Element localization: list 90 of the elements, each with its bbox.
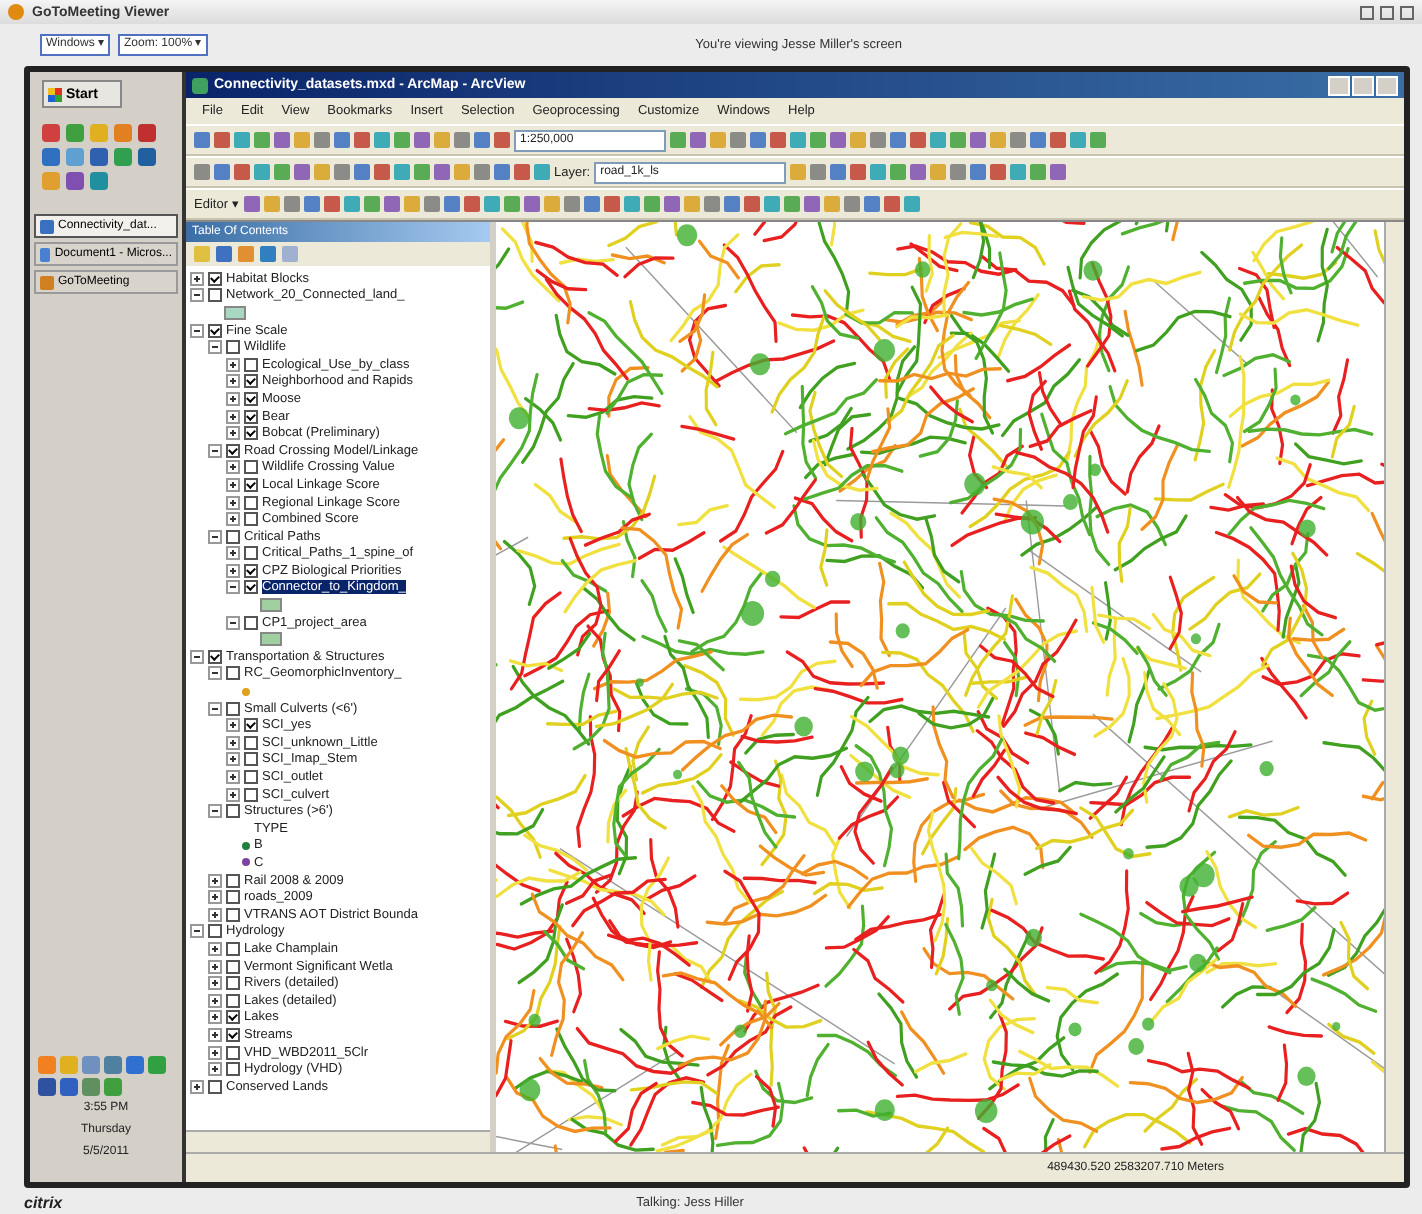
expand-toggle[interactable] — [226, 391, 240, 406]
app-logo-icon — [8, 4, 24, 20]
expand-toggle[interactable] — [208, 1045, 222, 1060]
expand-toggle[interactable] — [208, 890, 222, 905]
expand-toggle[interactable] — [208, 1010, 222, 1025]
layer-checkbox[interactable] — [226, 340, 240, 355]
expand-toggle[interactable] — [208, 941, 222, 956]
layer-checkbox[interactable] — [226, 1062, 240, 1077]
layer-checkbox[interactable] — [244, 752, 258, 767]
layer-checkbox[interactable] — [244, 495, 258, 510]
expand-toggle[interactable] — [190, 271, 204, 286]
expand-toggle[interactable] — [190, 649, 204, 664]
expand-toggle[interactable] — [208, 340, 222, 355]
expand-toggle[interactable] — [208, 907, 222, 922]
layer-checkbox[interactable] — [226, 890, 240, 905]
window-controls-icon[interactable] — [1360, 5, 1414, 19]
layer-checkbox[interactable] — [244, 563, 258, 578]
expand-toggle[interactable] — [226, 580, 240, 595]
layer-checkbox[interactable] — [208, 649, 222, 664]
expand-toggle[interactable] — [226, 409, 240, 424]
layer-checkbox[interactable] — [244, 477, 258, 492]
layer-checkbox[interactable] — [226, 941, 240, 956]
layer-checkbox[interactable] — [226, 701, 240, 716]
expand-toggle[interactable] — [226, 615, 240, 630]
expand-toggle[interactable] — [226, 512, 240, 527]
layer-checkbox[interactable] — [244, 426, 258, 441]
window-controls-icon[interactable] — [1328, 75, 1398, 95]
layer-checkbox[interactable] — [244, 735, 258, 750]
layer-checkbox[interactable] — [226, 976, 240, 991]
layer-checkbox[interactable] — [244, 409, 258, 424]
windows-logo-icon — [48, 87, 62, 101]
arcmap-app-icon — [192, 77, 208, 93]
layer-checkbox[interactable] — [226, 1045, 240, 1060]
layer-checkbox[interactable] — [226, 529, 240, 544]
expand-toggle[interactable] — [208, 976, 222, 991]
expand-toggle[interactable] — [226, 357, 240, 372]
layer-checkbox[interactable] — [226, 666, 240, 681]
expand-toggle[interactable] — [226, 374, 240, 389]
citrix-logo: citrix — [24, 1193, 63, 1211]
expand-toggle[interactable] — [226, 477, 240, 492]
layer-checkbox[interactable] — [244, 512, 258, 527]
vertical-scrollbar[interactable] — [1384, 222, 1404, 1152]
layer-checkbox[interactable] — [226, 993, 240, 1008]
expand-toggle[interactable] — [208, 443, 222, 458]
layer-checkbox[interactable] — [244, 787, 258, 802]
expand-toggle[interactable] — [190, 1079, 204, 1094]
expand-toggle[interactable] — [208, 529, 222, 544]
layer-checkbox[interactable] — [244, 357, 258, 372]
horizontal-scrollbar[interactable] — [186, 1130, 490, 1152]
layer-checkbox[interactable] — [208, 1079, 222, 1094]
layer-checkbox[interactable] — [226, 443, 240, 458]
layer-checkbox[interactable] — [244, 546, 258, 561]
layer-checkbox[interactable] — [226, 804, 240, 819]
expand-toggle[interactable] — [226, 460, 240, 475]
expand-toggle[interactable] — [226, 770, 240, 785]
expand-toggle[interactable] — [190, 924, 204, 939]
layer-checkbox[interactable] — [208, 271, 222, 286]
expand-toggle[interactable] — [208, 1027, 222, 1042]
layer-checkbox[interactable] — [226, 873, 240, 888]
layer-checkbox[interactable] — [244, 615, 258, 630]
expand-toggle[interactable] — [208, 804, 222, 819]
layer-checkbox[interactable] — [244, 718, 258, 733]
layer-checkbox[interactable] — [244, 770, 258, 785]
layer-checkbox[interactable] — [226, 907, 240, 922]
expand-toggle[interactable] — [208, 701, 222, 716]
expand-toggle[interactable] — [226, 735, 240, 750]
expand-toggle[interactable] — [226, 426, 240, 441]
layer-checkbox[interactable] — [244, 374, 258, 389]
layer-checkbox[interactable] — [244, 460, 258, 475]
expand-toggle[interactable] — [226, 787, 240, 802]
layer-checkbox[interactable] — [244, 580, 258, 595]
layer-checkbox[interactable] — [244, 391, 258, 406]
layer-checkbox[interactable] — [226, 1010, 240, 1025]
expand-toggle[interactable] — [190, 323, 204, 338]
layer-checkbox[interactable] — [226, 1027, 240, 1042]
layer-checkbox[interactable] — [208, 323, 222, 338]
expand-toggle[interactable] — [208, 873, 222, 888]
expand-toggle[interactable] — [226, 752, 240, 767]
expand-toggle[interactable] — [226, 718, 240, 733]
layer-checkbox[interactable] — [226, 959, 240, 974]
layer-checkbox[interactable] — [208, 288, 222, 303]
expand-toggle[interactable] — [208, 1062, 222, 1077]
expand-toggle[interactable] — [226, 495, 240, 510]
expand-toggle[interactable] — [208, 993, 222, 1008]
expand-toggle[interactable] — [208, 959, 222, 974]
expand-toggle[interactable] — [226, 546, 240, 561]
expand-toggle[interactable] — [226, 563, 240, 578]
expand-toggle[interactable] — [190, 288, 204, 303]
expand-toggle[interactable] — [208, 666, 222, 681]
layer-checkbox[interactable] — [208, 924, 222, 939]
